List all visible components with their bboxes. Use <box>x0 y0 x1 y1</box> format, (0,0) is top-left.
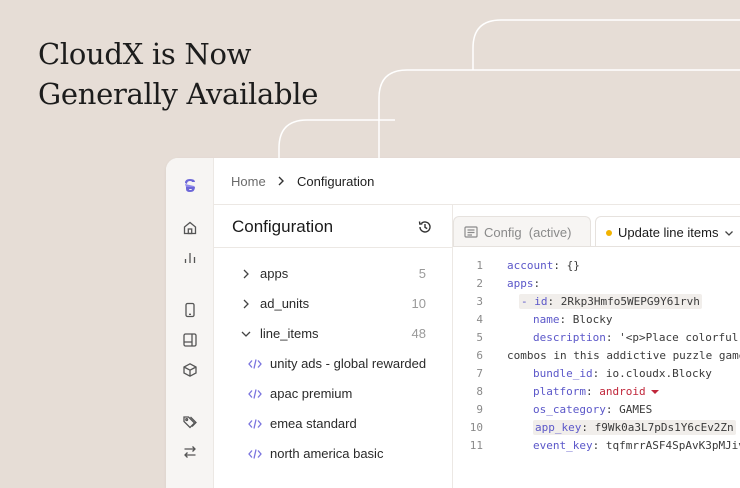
yaml-value: : {} <box>553 259 580 272</box>
line-number: 2 <box>476 277 483 290</box>
tree-item-label: ad_units <box>260 296 310 311</box>
line-item-row[interactable]: north america basic <box>214 439 452 469</box>
line-item-label: north america basic <box>270 446 384 461</box>
code-file-icon <box>248 449 262 459</box>
line-item-row[interactable]: emea standard <box>214 409 452 439</box>
yaml-value: : '<p>Place colorful blocks and build <box>605 331 740 344</box>
yaml-separator: : <box>585 385 600 398</box>
chevron-down-icon[interactable] <box>724 228 734 238</box>
chevron-right-icon <box>243 299 249 309</box>
code-file-icon <box>248 389 262 399</box>
app-window: Home Configuration Configuration apps 5 … <box>166 158 740 488</box>
line-number: 7 <box>476 367 483 380</box>
line-number: 1 <box>476 259 483 272</box>
yaml-key: name <box>533 313 560 326</box>
caret-down-icon[interactable] <box>650 388 660 396</box>
tree-item-count: 10 <box>411 296 426 311</box>
yaml-list-dash: - <box>521 295 535 308</box>
yaml-key: description <box>533 331 606 344</box>
line-item-label: emea standard <box>270 416 357 431</box>
yaml-value: : tqfmrrASF4SpAvK3pMJiv <box>592 439 740 452</box>
line-number: 3 <box>476 295 483 308</box>
yaml-value: : GAMES <box>605 403 653 416</box>
document-icon <box>464 226 478 238</box>
panel-divider <box>214 247 452 248</box>
line-item-label: unity ads - global rewarded <box>270 356 427 371</box>
yaml-key: event_key <box>533 439 593 452</box>
code-file-icon <box>248 359 262 369</box>
history-icon[interactable] <box>417 219 433 235</box>
analytics-icon[interactable] <box>182 250 198 266</box>
tree-item-count: 5 <box>418 266 426 281</box>
yaml-key: account <box>507 259 554 272</box>
chevron-right-icon <box>278 176 284 186</box>
tree-item-line-items[interactable]: line_items 48 <box>214 319 452 349</box>
tab-label: Update line items <box>618 225 719 240</box>
yaml-key: platform <box>533 385 586 398</box>
yaml-key: bundle_id <box>533 367 593 380</box>
line-item-row[interactable]: apac premium <box>214 379 452 409</box>
ad-unit-layout-icon[interactable] <box>182 332 198 348</box>
line-item-row[interactable]: unity ads - global rewarded <box>214 349 452 379</box>
headline: CloudX is Now Generally Available <box>38 34 318 114</box>
line-number: 5 <box>476 331 483 344</box>
tab-label: Config (active) <box>484 225 572 240</box>
tab-update-line-items[interactable]: Update line items <box>595 216 740 247</box>
panel-title: Configuration <box>232 217 334 236</box>
tab-underline <box>453 246 740 247</box>
line-number: 11 <box>469 439 483 452</box>
yaml-value: : Blocky <box>559 313 613 326</box>
yaml-value: : io.cloudx.Blocky <box>592 367 712 380</box>
yaml-key: app_key <box>535 421 582 434</box>
tree-item-ad-units[interactable]: ad_units 10 <box>214 289 452 319</box>
package-cube-icon[interactable] <box>182 362 198 378</box>
tree-item-label: apps <box>260 266 289 281</box>
yaml-value: : 2Rkp3Hmfo5WEPG9Y61rvh <box>547 295 700 308</box>
line-number: 8 <box>476 385 483 398</box>
mobile-device-icon[interactable] <box>182 302 198 318</box>
tree-item-label: line_items <box>260 326 319 341</box>
config-tree-panel: Configuration apps 5 ad_units 10 line_it… <box>214 205 453 488</box>
yaml-value: : f9Wk0a3L7pDs1Y6cEv2Zn <box>581 421 734 434</box>
line-number: 9 <box>476 403 483 416</box>
breadcrumb-current: Configuration <box>297 174 375 189</box>
yaml-key: apps <box>507 277 534 290</box>
home-icon[interactable] <box>182 220 198 236</box>
platform-value-dropdown[interactable]: android <box>599 385 645 398</box>
headline-line-1: CloudX is Now <box>38 37 252 71</box>
swap-arrows-icon[interactable] <box>182 444 198 460</box>
line-number: 4 <box>476 313 483 326</box>
tags-icon[interactable] <box>182 414 198 430</box>
editor-panel: Config (active) Update line items 1 acco… <box>453 205 740 488</box>
tab-config[interactable]: Config (active) <box>453 216 591 247</box>
icon-rail <box>166 158 214 488</box>
tree-item-count: 48 <box>411 326 426 341</box>
line-number: 10 <box>469 421 483 434</box>
yaml-key: id <box>534 295 548 308</box>
yaml-key: os_category <box>533 403 606 416</box>
line-number: 6 <box>476 349 483 362</box>
cloudx-logo-icon[interactable] <box>182 177 198 193</box>
code-file-icon <box>248 419 262 429</box>
breadcrumb-home-link[interactable]: Home <box>231 174 266 189</box>
yaml-value: combos in this addictive puzzle game. <box>507 349 740 362</box>
unsaved-status-dot <box>606 230 612 236</box>
headline-line-2: Generally Available <box>38 77 319 111</box>
tree-item-apps[interactable]: apps 5 <box>214 259 452 289</box>
yaml-value: : <box>533 277 541 290</box>
chevron-right-icon <box>243 269 249 279</box>
chevron-down-icon <box>241 331 251 337</box>
breadcrumb: Home Configuration <box>214 158 740 205</box>
line-item-label: apac premium <box>270 386 353 401</box>
